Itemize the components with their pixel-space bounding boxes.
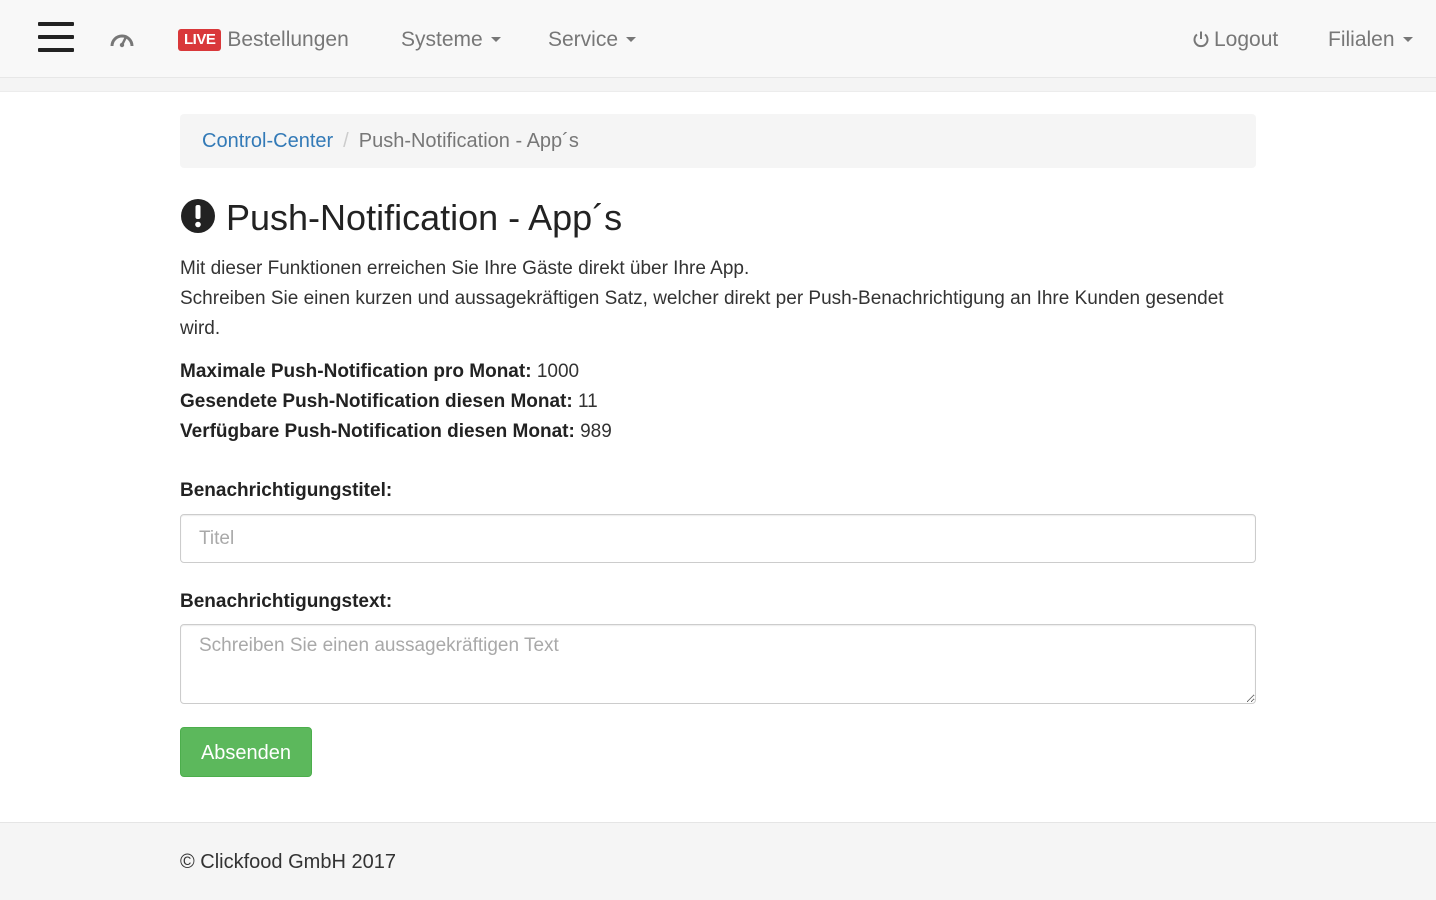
stat-sent-this-month: Gesendete Push-Notification diesen Monat… bbox=[180, 387, 612, 417]
stat-value: 11 bbox=[578, 391, 598, 412]
stat-label: Verfügbare Push-Notification diesen Mona… bbox=[180, 421, 575, 442]
stat-value: 1000 bbox=[536, 361, 580, 382]
power-icon bbox=[1193, 31, 1209, 48]
stat-label: Gesendete Push-Notification diesen Monat… bbox=[180, 391, 573, 412]
logout-link[interactable]: Logout bbox=[1192, 26, 1278, 54]
page-title: Push-Notification - App´s bbox=[180, 194, 622, 242]
dashboard-icon[interactable] bbox=[110, 30, 134, 48]
notification-title-label: Benachrichtigungstitel: bbox=[180, 480, 393, 501]
stat-available-this-month: Verfügbare Push-Notification diesen Mona… bbox=[180, 417, 612, 447]
breadcrumb: Control-Center / Push-Notification - App´s bbox=[180, 114, 1256, 168]
nav-branches-label: Filialen bbox=[1328, 28, 1395, 51]
stat-max-per-month: Maximale Push-Notification pro Monat: 10… bbox=[180, 357, 612, 387]
chevron-down-icon bbox=[626, 37, 637, 42]
description-line-2: Schreiben Sie einen kurzen und aussagekr… bbox=[180, 288, 1224, 339]
nav-orders-label: Bestellungen bbox=[227, 28, 349, 51]
description-line-1: Mit dieser Funktionen erreichen Sie Ihre… bbox=[180, 258, 750, 279]
footer: © Clickfood GmbH 2017 bbox=[0, 822, 1436, 900]
hamburger-menu-icon[interactable] bbox=[38, 22, 74, 52]
page-description: Mit dieser Funktionen erreichen Sie Ihre… bbox=[180, 254, 1256, 344]
push-stats: Maximale Push-Notification pro Monat: 10… bbox=[180, 357, 612, 447]
navbar-divider bbox=[0, 78, 1436, 92]
logout-label: Logout bbox=[1214, 28, 1279, 51]
breadcrumb-control-center-link[interactable]: Control-Center bbox=[202, 130, 333, 152]
submit-button[interactable]: Absenden bbox=[180, 727, 312, 777]
nav-systems-dropdown[interactable]: Systeme bbox=[401, 26, 501, 54]
stat-value: 989 bbox=[580, 421, 612, 442]
chevron-down-icon bbox=[1402, 37, 1413, 42]
footer-copyright: © Clickfood GmbH 2017 bbox=[180, 851, 396, 873]
chevron-down-icon bbox=[490, 37, 501, 42]
notification-text-label: Benachrichtigungstext: bbox=[180, 591, 393, 612]
page-title-text: Push-Notification - App´s bbox=[226, 197, 623, 238]
notification-title-input[interactable] bbox=[180, 514, 1256, 563]
live-badge: LIVE bbox=[178, 29, 222, 51]
top-navbar: LIVE Bestellungen Systeme Service Logout … bbox=[0, 0, 1436, 78]
nav-service-dropdown[interactable]: Service bbox=[548, 26, 637, 54]
exclamation-circle-icon bbox=[181, 199, 215, 233]
nav-orders-link[interactable]: LIVE Bestellungen bbox=[178, 26, 349, 54]
nav-systems-label: Systeme bbox=[401, 28, 483, 51]
notification-text-textarea[interactable] bbox=[180, 624, 1256, 704]
nav-service-label: Service bbox=[548, 28, 619, 51]
breadcrumb-separator: / bbox=[343, 130, 349, 152]
nav-branches-dropdown[interactable]: Filialen bbox=[1328, 26, 1413, 54]
breadcrumb-current: Push-Notification - App´s bbox=[358, 130, 579, 152]
stat-label: Maximale Push-Notification pro Monat: bbox=[180, 361, 532, 382]
